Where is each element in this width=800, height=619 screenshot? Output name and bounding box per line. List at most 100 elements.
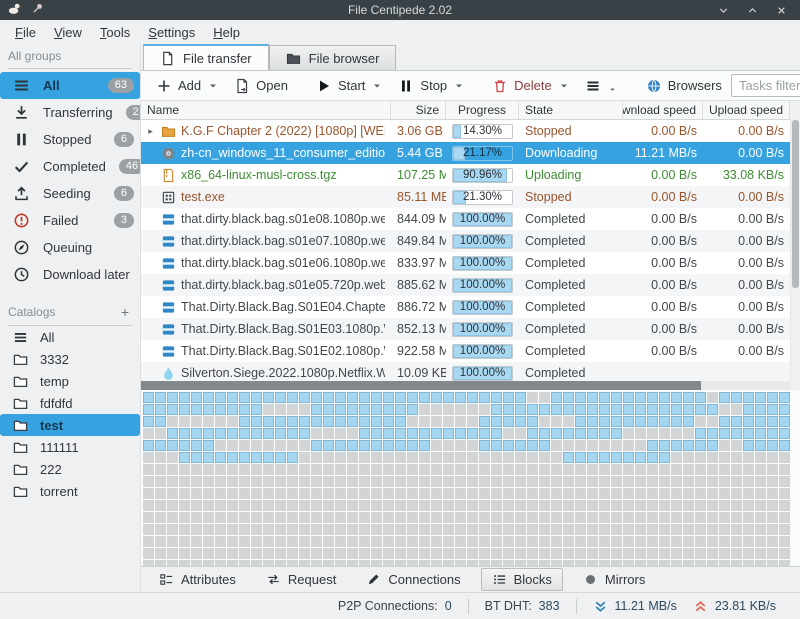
add-caret-icon[interactable] bbox=[208, 81, 218, 91]
block-cell bbox=[611, 548, 622, 559]
catalog-item-fdfdfd[interactable]: fdfdfd bbox=[0, 392, 140, 414]
table-row[interactable]: that.dirty.black.bag.s01e06.1080p.web.h2… bbox=[141, 252, 790, 274]
detail-tab-blocks[interactable]: Blocks bbox=[481, 568, 563, 591]
sidebar-group-seeding[interactable]: Seeding6 bbox=[0, 180, 140, 207]
table-row[interactable]: That.Dirty.Black.Bag.S01E03.1080p.WEB.h2… bbox=[141, 318, 790, 340]
sidebar-group-all[interactable]: All63 bbox=[0, 72, 140, 99]
open-button[interactable]: Open bbox=[227, 74, 295, 98]
block-cell bbox=[455, 428, 466, 439]
detail-tab-attributes[interactable]: Attributes bbox=[149, 569, 246, 590]
more-menu-button[interactable] bbox=[578, 73, 625, 99]
vertical-scroll-handle[interactable] bbox=[792, 120, 799, 288]
task-name-cell: That.Dirty.Black.Bag.S01E04.Chapter.Four… bbox=[141, 300, 391, 315]
catalog-item-222[interactable]: 222 bbox=[0, 458, 140, 480]
catalog-item-3332[interactable]: 3332 bbox=[0, 348, 140, 370]
column-header-size[interactable]: Size bbox=[391, 101, 446, 119]
tasks-filter-input[interactable] bbox=[732, 75, 800, 96]
column-header-upload-speed[interactable]: Upload speed bbox=[703, 101, 790, 119]
block-cell bbox=[503, 524, 514, 535]
block-cell bbox=[371, 392, 382, 403]
delete-button[interactable]: Delete bbox=[485, 74, 576, 98]
column-header-progress[interactable]: Progress bbox=[446, 101, 519, 119]
table-row[interactable]: ▸K.G.F Chapter 2 (2022) [1080p] [WEBRip]… bbox=[141, 120, 790, 142]
table-row[interactable]: x86_64-linux-musl-cross.tgz107.25 MB90.9… bbox=[141, 164, 790, 186]
task-state: Completed bbox=[519, 212, 623, 226]
close-button[interactable] bbox=[775, 4, 788, 17]
progress-label: 100.00% bbox=[453, 279, 512, 292]
catalog-item-torrent[interactable]: torrent bbox=[0, 480, 140, 502]
detail-tab-label: Request bbox=[288, 572, 336, 587]
block-cell bbox=[575, 500, 586, 511]
column-header-state[interactable]: State bbox=[519, 101, 623, 119]
stop-button[interactable]: Stop bbox=[391, 74, 471, 98]
block-cell bbox=[299, 404, 310, 415]
maximize-button[interactable] bbox=[746, 4, 759, 17]
table-row[interactable]: That.Dirty.Black.Bag.S01E02.1080p.WEB.h2… bbox=[141, 340, 790, 362]
block-cell bbox=[743, 488, 754, 499]
table-row[interactable]: That.Dirty.Black.Bag.S01E04.Chapter.Four… bbox=[141, 296, 790, 318]
detail-tab-connections[interactable]: Connections bbox=[356, 569, 470, 590]
sidebar-group-failed[interactable]: Failed3 bbox=[0, 207, 140, 234]
block-cell bbox=[551, 392, 562, 403]
table-row[interactable]: test.exe85.11 MB21.30%Stopped0.00 B/s0.0… bbox=[141, 186, 790, 208]
detail-tab-request[interactable]: Request bbox=[256, 569, 346, 590]
block-cell bbox=[383, 512, 394, 523]
detail-tab-mirrors[interactable]: Mirrors bbox=[573, 569, 655, 590]
table-row[interactable]: zh-cn_windows_11_consumer_editions_upd…5… bbox=[141, 142, 790, 164]
menu-item-file[interactable]: File bbox=[6, 22, 45, 43]
catalog-item-111111[interactable]: 111111 bbox=[0, 436, 140, 458]
exe-icon bbox=[161, 190, 176, 205]
sidebar-group-download-later[interactable]: Download later bbox=[0, 261, 140, 288]
column-header-name[interactable]: Name bbox=[141, 101, 391, 119]
sidebar-group-transferring[interactable]: Transferring2 bbox=[0, 99, 140, 126]
catalog-item-all[interactable]: All bbox=[0, 326, 140, 348]
start-caret-icon[interactable] bbox=[372, 81, 382, 91]
block-cell bbox=[515, 428, 526, 439]
table-row[interactable]: Silverton.Siege.2022.1080p.Netflix.WEB-D… bbox=[141, 362, 790, 381]
block-cell bbox=[515, 512, 526, 523]
table-row[interactable]: that.dirty.black.bag.s01e08.1080p.web.h2… bbox=[141, 208, 790, 230]
block-cell bbox=[539, 440, 550, 451]
block-cell bbox=[503, 500, 514, 511]
tab-file-transfer[interactable]: File transfer bbox=[143, 44, 269, 70]
catalog-item-temp[interactable]: temp bbox=[0, 370, 140, 392]
block-cell bbox=[659, 512, 670, 523]
menu-item-help[interactable]: Help bbox=[204, 22, 249, 43]
table-row[interactable]: that.dirty.black.bag.s01e05.720p.web.h26… bbox=[141, 274, 790, 296]
catalog-item-test[interactable]: test bbox=[0, 414, 140, 436]
browsers-button[interactable]: Browsers bbox=[639, 74, 729, 98]
menu-item-settings[interactable]: Settings bbox=[139, 22, 204, 43]
block-cell bbox=[683, 452, 694, 463]
column-header-download-speed[interactable]: Download speed bbox=[623, 101, 703, 119]
sidebar-group-stopped[interactable]: Stopped6 bbox=[0, 126, 140, 153]
table-vertical-scrollbar[interactable] bbox=[790, 120, 800, 381]
tab-file-browser[interactable]: File browser bbox=[269, 45, 397, 70]
delete-caret-icon[interactable] bbox=[559, 81, 569, 91]
block-cell bbox=[323, 392, 334, 403]
task-size: 5.44 GB bbox=[391, 146, 446, 160]
block-cell bbox=[431, 512, 442, 523]
menu-item-tools[interactable]: Tools bbox=[91, 22, 139, 43]
horizontal-scroll-handle[interactable] bbox=[141, 381, 701, 390]
add-catalog-button[interactable]: + bbox=[118, 304, 132, 320]
start-button[interactable]: Start bbox=[309, 74, 389, 98]
block-cell bbox=[431, 416, 442, 427]
sidebar-group-queuing[interactable]: Queuing bbox=[0, 234, 140, 261]
table-row[interactable]: that.dirty.black.bag.s01e07.1080p.web.h2… bbox=[141, 230, 790, 252]
block-cell bbox=[599, 548, 610, 559]
block-cell bbox=[167, 488, 178, 499]
table-horizontal-scrollbar[interactable] bbox=[141, 381, 790, 390]
block-cell bbox=[179, 392, 190, 403]
block-cell bbox=[443, 548, 454, 559]
expander-icon[interactable]: ▸ bbox=[145, 126, 156, 137]
block-cell bbox=[731, 416, 742, 427]
stop-caret-icon[interactable] bbox=[454, 81, 464, 91]
block-cell bbox=[563, 440, 574, 451]
main-panel: File transferFile browser Add Open Start… bbox=[141, 44, 800, 592]
block-cell bbox=[155, 536, 166, 547]
sidebar-group-completed[interactable]: Completed46 bbox=[0, 153, 140, 180]
block-cell bbox=[167, 392, 178, 403]
minimize-button[interactable] bbox=[717, 4, 730, 17]
menu-item-view[interactable]: View bbox=[45, 22, 91, 43]
add-button[interactable]: Add bbox=[149, 74, 225, 98]
